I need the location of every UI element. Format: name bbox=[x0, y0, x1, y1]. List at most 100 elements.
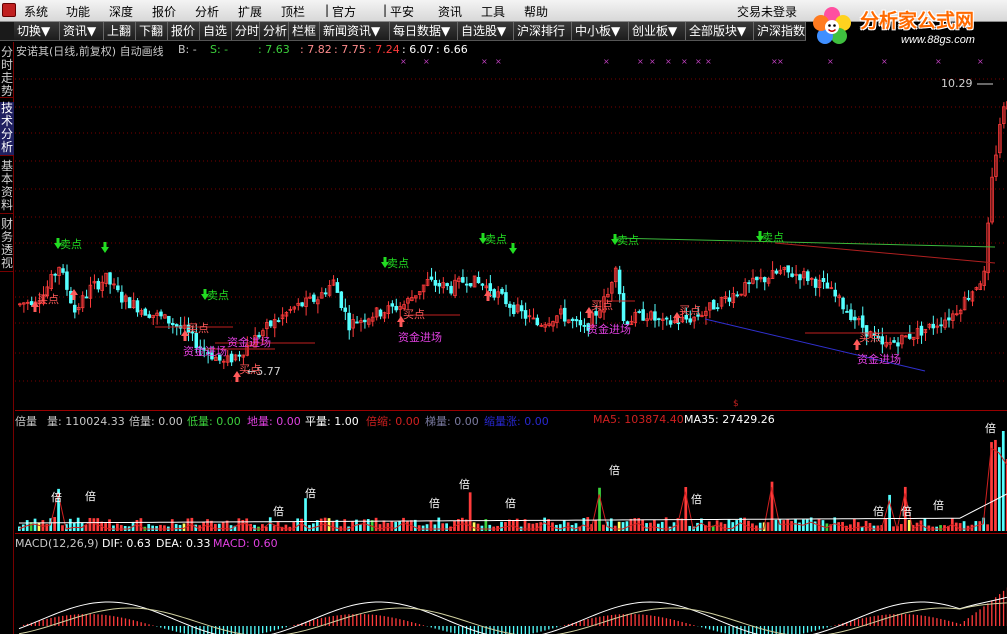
macd-histogram-bar bbox=[548, 626, 550, 630]
menu-quote[interactable]: 报价 bbox=[152, 3, 176, 20]
candle-body bbox=[394, 305, 398, 311]
tb-all-sectors[interactable]: 全部版块▼ bbox=[686, 22, 754, 40]
kline-chart[interactable]: × × × × × × × × × × × × × × × × ×10.29←5.77卖点卖点卖点卖点 卖点 卖点买… bbox=[15, 57, 1007, 409]
volume-bar bbox=[794, 518, 797, 531]
candle-body bbox=[931, 323, 935, 329]
macd-histogram-bar bbox=[673, 619, 675, 626]
macd-histogram-bar bbox=[105, 615, 107, 626]
tab-fundamentals[interactable]: 基本资料 bbox=[0, 160, 14, 214]
tb-index[interactable]: 沪深指数 bbox=[754, 22, 806, 40]
macd-histogram-bar bbox=[195, 626, 197, 634]
tb-news[interactable]: 新闻资讯▼ bbox=[320, 22, 390, 40]
menu-help[interactable]: 帮助 bbox=[524, 3, 548, 20]
menu-tools[interactable]: 工具 bbox=[481, 3, 505, 20]
volume-bar bbox=[660, 521, 664, 531]
volume-bar bbox=[406, 521, 409, 531]
tb-gem-board[interactable]: 创业板▼ bbox=[629, 22, 686, 40]
tb-intraday[interactable]: 分时 bbox=[232, 22, 260, 40]
macd-histogram-bar bbox=[803, 626, 805, 634]
menu-depth[interactable]: 深度 bbox=[109, 3, 133, 20]
tb-self-select[interactable]: 自选股▼ bbox=[458, 22, 514, 40]
macd-histogram-bar bbox=[399, 619, 401, 626]
macd-chart[interactable] bbox=[15, 534, 1007, 634]
volume-bar bbox=[425, 524, 429, 531]
candle-body bbox=[755, 276, 759, 281]
macd-histogram-bar bbox=[979, 609, 981, 626]
tb-switch[interactable]: 切换▼ bbox=[14, 22, 60, 40]
macd-pane[interactable]: MACD(12,26,9) DIF: 0.63 DEA: 0.33 MACD: … bbox=[15, 533, 1007, 634]
buy-point-label: 买点 bbox=[859, 331, 881, 344]
volume-bar bbox=[476, 523, 480, 531]
macd-histogram-bar bbox=[881, 615, 883, 626]
fund-entry-label: 资金进场 bbox=[398, 330, 442, 344]
volume-bar bbox=[508, 519, 511, 531]
candle-body bbox=[833, 289, 837, 297]
macd-histogram-bar bbox=[320, 618, 323, 626]
login-status[interactable]: 交易未登录 bbox=[737, 3, 797, 20]
app-icon bbox=[2, 3, 16, 17]
tb-analysis[interactable]: 分析 bbox=[260, 22, 289, 40]
brand-url[interactable]: www.88gs.com bbox=[901, 34, 975, 46]
menu-topbar[interactable]: 顶栏 bbox=[281, 3, 305, 20]
menu-pingan[interactable]: 平安 bbox=[390, 3, 414, 20]
volume-bar bbox=[617, 521, 621, 531]
volume-bar bbox=[382, 520, 386, 531]
macd-histogram-bar bbox=[258, 626, 260, 634]
volume-bar bbox=[331, 521, 335, 531]
macd-histogram-bar bbox=[967, 618, 969, 626]
menu-system[interactable]: 系统 bbox=[24, 3, 48, 20]
volume-bar bbox=[543, 517, 546, 531]
macd-histogram-bar bbox=[936, 618, 938, 626]
volume-pane[interactable]: 倍量 量: 110024.33 倍量: 0.00 低量: 0.00 地量: 0.00 平… bbox=[15, 410, 1007, 533]
tb-page-up[interactable]: 上翻 bbox=[104, 22, 136, 40]
tb-ranking[interactable]: 沪深排行 bbox=[514, 22, 572, 40]
info-value-2: : 7.82 bbox=[300, 43, 332, 56]
macd-histogram-bar bbox=[579, 620, 581, 626]
tab-financials[interactable]: 财务透视 bbox=[0, 218, 14, 272]
kline-pane[interactable]: × × × × × × × × × × × × × × × × × 10.29 ←5.77 卖点 卖点 卖点 卖点 卖点 卖点买… bbox=[15, 57, 1007, 409]
macd-histogram-bar bbox=[383, 616, 385, 626]
macd-histogram-bar bbox=[712, 626, 715, 631]
volume-bar bbox=[292, 522, 296, 531]
tab-technical[interactable]: 技术分析 bbox=[0, 102, 14, 156]
menu-extend[interactable]: 扩展 bbox=[238, 3, 262, 20]
macd-histogram-bar bbox=[175, 626, 178, 632]
candle-body bbox=[641, 309, 645, 321]
candle-body bbox=[735, 294, 739, 297]
volume-bar bbox=[876, 525, 880, 531]
macd-histogram-bar bbox=[689, 624, 691, 626]
buy-point-label: 买点 bbox=[187, 322, 209, 335]
volume-bar bbox=[421, 525, 425, 531]
menu-news[interactable]: 资讯 bbox=[438, 3, 462, 20]
macd-histogram-bar bbox=[89, 614, 91, 626]
macd-histogram-bar bbox=[183, 626, 185, 634]
high-price-label: 10.29 bbox=[941, 77, 973, 90]
tab-intraday[interactable]: 分时走势 bbox=[0, 46, 14, 98]
tb-info[interactable]: 资讯▼ bbox=[60, 22, 104, 40]
tb-sme-board[interactable]: 中小板▼ bbox=[572, 22, 629, 40]
tb-page-down[interactable]: 下翻 bbox=[136, 22, 168, 40]
macd-histogram-bar bbox=[218, 626, 221, 634]
double-volume-marker: 倍 bbox=[505, 496, 516, 510]
macd-histogram-bar bbox=[924, 615, 926, 626]
macd-histogram-bar bbox=[983, 606, 985, 626]
tb-frame[interactable]: 栏框 bbox=[289, 22, 320, 40]
tb-watchlist[interactable]: 自选 bbox=[200, 22, 232, 40]
menu-function[interactable]: 功能 bbox=[66, 3, 90, 20]
macd-histogram-bar bbox=[971, 615, 973, 626]
menu-analysis[interactable]: 分析 bbox=[195, 3, 219, 20]
candle-body bbox=[167, 315, 171, 324]
macd-histogram-bar bbox=[681, 621, 683, 626]
volume-bar bbox=[958, 523, 962, 531]
volume-bar bbox=[813, 521, 817, 531]
tb-daily-data[interactable]: 每日数据▼ bbox=[390, 22, 458, 40]
macd-histogram-bar bbox=[657, 616, 660, 626]
tb-quote[interactable]: 报价 bbox=[168, 22, 200, 40]
signal-marker: × bbox=[481, 57, 488, 66]
volume-chart[interactable]: 倍倍倍倍倍倍倍倍倍倍倍倍倍 bbox=[15, 411, 1007, 534]
buy-point-label: 买点 bbox=[591, 299, 613, 312]
macd-histogram-bar bbox=[791, 626, 793, 634]
macd-histogram-bar bbox=[912, 614, 915, 626]
candle-body bbox=[762, 277, 767, 283]
menu-official[interactable]: 官方 bbox=[332, 3, 356, 20]
